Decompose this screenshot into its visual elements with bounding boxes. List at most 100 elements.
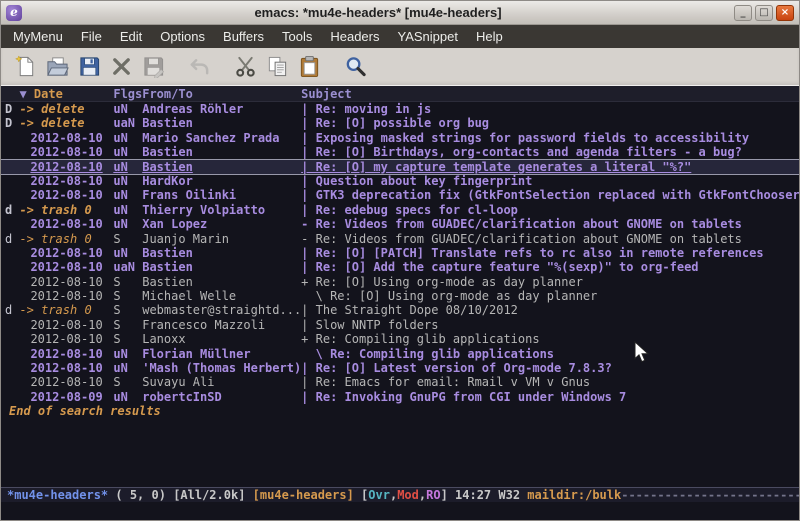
modeline-segment: ( 5, 0) (108, 488, 173, 502)
message-from: Bastien (142, 260, 301, 274)
modeline-segment: [mu4e-headers] (253, 488, 354, 502)
save-button[interactable] (73, 51, 105, 83)
message-date: 2012-08-10 (19, 246, 113, 260)
message-row[interactable]: 2012-08-10 uN Florian Müllner \ Re: Comp… (1, 347, 799, 361)
modeline-segment: [All/2.0k] (173, 488, 252, 502)
message-row[interactable]: 2012-08-10 uN Bastien | Re: [O] [PATCH] … (1, 246, 799, 260)
menu-item[interactable]: Edit (111, 25, 151, 48)
message-mark (5, 275, 19, 289)
message-flags: S (113, 275, 142, 289)
message-flags: uN (113, 347, 142, 361)
message-flags: uN (113, 102, 142, 116)
menu-item[interactable]: Help (467, 25, 512, 48)
message-date: 2012-08-10 (19, 275, 113, 289)
message-flags: uaN (113, 260, 142, 274)
message-row[interactable]: 2012-08-10 uN 'Mash (Thomas Herbert) | R… (1, 361, 799, 375)
paste-button[interactable] (293, 51, 325, 83)
modeline-segment: , (390, 488, 397, 502)
message-date: 2012-08-10 (19, 260, 113, 274)
message-from: webmaster@straightd... (142, 303, 301, 317)
titlebar[interactable]: e emacs: *mu4e-headers* [mu4e-headers] _… (1, 1, 799, 25)
modeline-segment: 14:27 (455, 488, 498, 502)
message-row[interactable]: 2012-08-10 S Michael Welle \ Re: [O] Usi… (1, 289, 799, 303)
undo-button[interactable] (183, 51, 215, 83)
message-mark (5, 332, 19, 346)
save-icon (78, 55, 101, 78)
message-list: D -> delete uN Andreas Röhler | Re: movi… (1, 102, 799, 404)
message-subject: | Re: [O] possible org bug (301, 116, 799, 130)
message-from: Bastien (142, 116, 301, 130)
flags-column-header[interactable]: Flgs (113, 86, 142, 101)
message-flags: uN (113, 246, 142, 260)
message-row[interactable]: 2012-08-10 S Francesco Mazzoli | Slow NN… (1, 318, 799, 332)
message-from: Thierry Volpiatto (142, 203, 301, 217)
cut-button[interactable] (229, 51, 261, 83)
message-subject: | Re: Invoking GnuPG from CGI under Wind… (301, 390, 799, 404)
message-subject: | Exposing masked strings for password f… (301, 131, 799, 145)
message-row[interactable]: 2012-08-10 uN Frans Oilinki | GTK3 depre… (1, 188, 799, 202)
message-subject: | GTK3 deprecation fix (GtkFontSelection… (301, 188, 799, 202)
message-row[interactable]: 2012-08-10 uN Mario Sanchez Prada | Expo… (1, 131, 799, 145)
from-column-header[interactable]: From/To (142, 86, 301, 101)
message-row[interactable]: 2012-08-10 uN Bastien | Re: [O] my captu… (1, 160, 799, 174)
message-flags: uN (113, 160, 142, 174)
message-row[interactable]: d -> trash 0 S Juanjo Marin - Re: Videos… (1, 232, 799, 246)
message-row[interactable]: D -> delete uN Andreas Röhler | Re: movi… (1, 102, 799, 116)
message-flags: uN (113, 217, 142, 231)
menu-item[interactable]: File (72, 25, 111, 48)
message-subject: | Re: [O] my capture template generates … (301, 160, 799, 174)
message-date: 2012-08-09 (19, 390, 113, 404)
menu-item[interactable]: Tools (273, 25, 321, 48)
end-of-search-results: End of search results (1, 404, 799, 418)
message-date: 2012-08-10 (19, 188, 113, 202)
message-flags: S (113, 318, 142, 332)
menu-item[interactable]: Buffers (214, 25, 273, 48)
message-row[interactable]: 2012-08-10 uN Xan Lopez - Re: Videos fro… (1, 217, 799, 231)
message-row[interactable]: 2012-08-10 uN Bastien | Re: [O] Birthday… (1, 145, 799, 159)
message-mark (5, 131, 19, 145)
message-row[interactable]: 2012-08-10 S Suvayu Ali | Re: Emacs for … (1, 375, 799, 389)
close-button[interactable]: × (776, 5, 794, 21)
message-row[interactable]: d -> trash 0 uN Thierry Volpiatto | Re: … (1, 203, 799, 217)
message-row[interactable]: 2012-08-10 uaN Bastien | Re: [O] Add the… (1, 260, 799, 274)
message-mark: D (5, 102, 19, 116)
kill-buffer-button[interactable] (105, 51, 137, 83)
menubar: MyMenuFileEditOptionsBuffersToolsHeaders… (1, 25, 799, 48)
close-x-icon (110, 55, 133, 78)
message-flags: S (113, 289, 142, 303)
modeline: *mu4e-headers* ( 5, 0) [All/2.0k] [mu4e-… (1, 487, 799, 502)
modeline-segment: *mu4e-headers* (7, 488, 108, 502)
message-row[interactable]: 2012-08-10 S Bastien + Re: [O] Using org… (1, 275, 799, 289)
save-as-button[interactable] (137, 51, 169, 83)
message-subject: | Re: [O] Add the capture feature "%(sex… (301, 260, 799, 274)
menu-item[interactable]: YASnippet (388, 25, 466, 48)
subject-column-header[interactable]: Subject (301, 86, 799, 101)
search-button[interactable] (339, 51, 371, 83)
copy-button[interactable] (261, 51, 293, 83)
echo-area[interactable] (1, 502, 799, 520)
message-date: 2012-08-10 (19, 131, 113, 145)
message-subject: | Re: [O] Birthdays, org-contacts and ag… (301, 145, 799, 159)
minimize-button[interactable]: _ (734, 5, 752, 21)
toolbar (1, 48, 799, 86)
menu-item[interactable]: Headers (321, 25, 388, 48)
modeline-segment: -------------------------------------- (621, 488, 799, 502)
message-flags: uN (113, 174, 142, 188)
open-file-button[interactable] (41, 51, 73, 83)
message-from: Suvayu Ali (142, 375, 301, 389)
new-file-button[interactable] (9, 51, 41, 83)
message-subject: | Re: edebug specs for cl-loop (301, 203, 799, 217)
message-mark (5, 361, 19, 375)
message-row[interactable]: 2012-08-10 uN HardKor | Question about k… (1, 174, 799, 188)
maximize-button[interactable]: □ (755, 5, 773, 21)
menu-item[interactable]: Options (151, 25, 214, 48)
message-row[interactable]: d -> trash 0 S webmaster@straightd... | … (1, 303, 799, 317)
message-row[interactable]: 2012-08-10 S Lanoxx + Re: Compiling glib… (1, 332, 799, 346)
message-row[interactable]: 2012-08-09 uN robertcInSD | Re: Invoking… (1, 390, 799, 404)
message-subject: | Question about key fingerprint (301, 174, 799, 188)
menu-item[interactable]: MyMenu (4, 25, 72, 48)
message-date: -> delete (19, 102, 113, 116)
message-mark (5, 260, 19, 274)
message-row[interactable]: D -> delete uaN Bastien | Re: [O] possib… (1, 116, 799, 130)
date-column-header[interactable]: ▼ Date (19, 86, 113, 101)
